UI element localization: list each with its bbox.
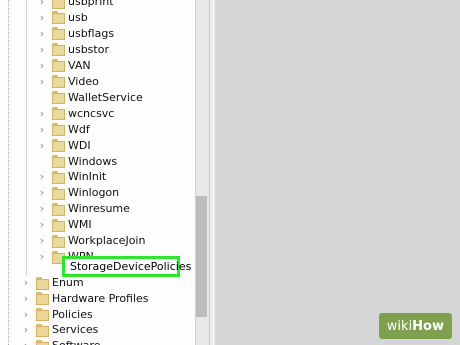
chevron-right-icon[interactable]: › [22, 340, 30, 345]
chevron-right-icon[interactable]: › [38, 123, 46, 136]
chevron-right-icon[interactable]: › [38, 251, 46, 263]
tree-item[interactable]: › WinInit [40, 169, 107, 185]
tree-item-label: Enum [52, 276, 84, 289]
tree-item[interactable]: › usbflags [40, 26, 115, 42]
tree-item-label: Hardware Profiles [52, 291, 149, 305]
tree-item-label: Winresume [68, 202, 130, 216]
tree-item[interactable]: › usbprint [40, 0, 114, 10]
tree-item-label: usbstor [68, 42, 109, 56]
tree-item-label: wcncsvc [68, 106, 115, 120]
wikihow-watermark: wiki How [378, 313, 452, 339]
folder-icon [52, 186, 65, 200]
folder-icon [36, 323, 49, 337]
tree-item[interactable]: › Winlogon [40, 185, 120, 201]
key-rename-field[interactable]: StorageDevicePolicies [62, 256, 191, 277]
tree-item[interactable]: › Software [24, 338, 101, 345]
chevron-right-icon[interactable]: › [38, 107, 46, 120]
chevron-right-icon [38, 92, 46, 104]
folder-icon [52, 202, 65, 216]
chevron-right-icon[interactable]: › [22, 308, 30, 321]
folder-icon [36, 339, 49, 345]
tree-item-label: usbflags [68, 26, 115, 40]
folder-icon [52, 11, 65, 25]
chevron-right-icon [38, 156, 46, 168]
folder-icon [52, 170, 65, 184]
chevron-right-icon[interactable]: › [38, 27, 46, 40]
tree-item-label: WDI [68, 138, 91, 152]
folder-icon [52, 27, 65, 41]
folder-icon [52, 59, 65, 73]
folder-icon [52, 123, 65, 137]
values-pane[interactable] [215, 0, 460, 345]
tree-item[interactable]: Windows [52, 154, 117, 170]
tree-item-label: Wdf [68, 122, 90, 136]
tree-item-label: WMI [68, 218, 92, 232]
chevron-right-icon[interactable]: › [38, 139, 46, 152]
tree-item[interactable]: › WDI [40, 138, 91, 154]
tree-item[interactable]: › Winresume [40, 201, 130, 217]
folder-icon [52, 139, 65, 153]
tree-item[interactable]: › Video [40, 74, 99, 90]
tree-item-label: WalletService [68, 90, 143, 104]
folder-icon [52, 43, 65, 57]
tree-item-label: usbprint [68, 0, 114, 8]
folder-icon [52, 107, 65, 121]
tree-guide-line [26, 0, 27, 275]
tree-item[interactable]: WalletService [52, 90, 143, 106]
chevron-right-icon[interactable]: › [38, 59, 46, 72]
watermark-suffix: How [412, 318, 444, 334]
tree-item[interactable]: › Policies [24, 307, 93, 323]
folder-icon [52, 155, 65, 168]
folder-icon [52, 218, 65, 232]
key-rename-value[interactable]: StorageDevicePolicies [70, 260, 191, 274]
tree-item-label: Services [52, 323, 99, 337]
tree-item-label: Windows [68, 154, 118, 168]
tree-item[interactable]: › WMI [40, 217, 92, 233]
chevron-right-icon[interactable]: › [22, 292, 30, 305]
tree-item[interactable]: › Enum [24, 275, 84, 291]
folder-icon [52, 91, 65, 105]
tree-scrollbar-thumb[interactable] [196, 196, 207, 317]
tree-item[interactable]: › wcncsvc [40, 106, 115, 122]
chevron-right-icon[interactable]: › [38, 171, 46, 183]
watermark-prefix: wiki [386, 318, 413, 334]
tree-item-label: Policies [52, 307, 93, 321]
folder-icon [52, 0, 65, 9]
tree-item-label: Winlogon [68, 186, 120, 200]
tree-item-label: VAN [68, 58, 91, 72]
tree-item-label: Software [52, 339, 101, 345]
tree-item-label: WorkplaceJoin [68, 234, 146, 248]
tree-item-label: Video [68, 74, 99, 88]
folder-icon [36, 276, 49, 290]
folder-icon [36, 308, 49, 322]
tree-item[interactable]: › Services [24, 322, 99, 338]
tree-guide-line [8, 0, 9, 345]
chevron-right-icon[interactable]: › [38, 43, 46, 56]
chevron-right-icon[interactable]: › [38, 0, 46, 8]
registry-tree[interactable]: › usbprint › usb › usbflags › usbstor › VAN › Video… [0, 0, 195, 345]
tree-item[interactable]: › VAN [40, 58, 91, 74]
chevron-right-icon[interactable]: › [22, 277, 30, 289]
folder-icon [52, 75, 65, 89]
folder-icon [52, 234, 65, 248]
tree-item-label: WinInit [68, 170, 107, 184]
chevron-right-icon[interactable]: › [38, 235, 46, 247]
tree-item[interactable]: › usbstor [40, 42, 109, 58]
folder-icon [36, 292, 49, 306]
chevron-right-icon[interactable]: › [38, 187, 46, 199]
tree-item[interactable]: › Hardware Profiles [24, 291, 149, 307]
tree-item[interactable]: › Wdf [40, 122, 90, 138]
chevron-right-icon[interactable]: › [38, 203, 46, 215]
tree-item[interactable]: › WorkplaceJoin [40, 233, 146, 249]
tree-item[interactable]: › usb [40, 10, 88, 26]
chevron-right-icon[interactable]: › [38, 75, 46, 88]
tree-item-label: usb [68, 10, 88, 24]
chevron-right-icon[interactable]: › [22, 324, 30, 336]
chevron-right-icon[interactable]: › [38, 219, 46, 231]
chevron-right-icon[interactable]: › [38, 11, 46, 24]
